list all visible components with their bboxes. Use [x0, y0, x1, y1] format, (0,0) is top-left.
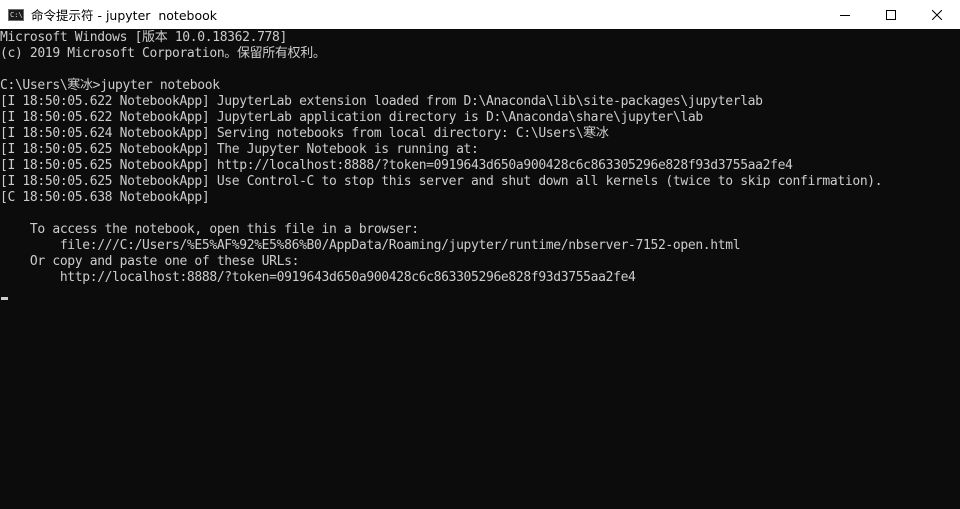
window-controls [822, 0, 960, 29]
console-line: [I 18:50:05.625 NotebookApp] http://loca… [0, 158, 793, 173]
console-line: http://localhost:8888/?token=0919643d650… [0, 270, 636, 285]
console-line: [I 18:50:05.622 NotebookApp] JupyterLab … [0, 94, 763, 109]
cmd-app-icon: C:\ [8, 8, 24, 21]
console-line: Or copy and paste one of these URLs: [0, 254, 300, 269]
console-line: [I 18:50:05.622 NotebookApp] JupyterLab … [0, 110, 703, 125]
console-line: (c) 2019 Microsoft Corporation。保留所有权利。 [0, 46, 326, 61]
console-line: file:///C:/Users/%E5%AF%92%E5%86%B0/AppD… [0, 238, 741, 253]
window-titlebar[interactable]: C:\ 命令提示符 - jupyter notebook [0, 0, 960, 29]
close-button[interactable] [914, 0, 960, 29]
text-cursor [1, 297, 8, 300]
console-line: [I 18:50:05.625 NotebookApp] The Jupyter… [0, 142, 479, 157]
console-line: [I 18:50:05.625 NotebookApp] Use Control… [0, 174, 883, 189]
console-output[interactable]: Microsoft Windows [版本 10.0.18362.778] (c… [0, 30, 960, 509]
window-title: 命令提示符 - jupyter notebook [31, 8, 217, 23]
minimize-button[interactable] [822, 0, 868, 29]
console-line: [I 18:50:05.624 NotebookApp] Serving not… [0, 126, 609, 141]
console-line: Microsoft Windows [版本 10.0.18362.778] [0, 30, 287, 45]
minimize-icon [840, 14, 850, 16]
console-line: [C 18:50:05.638 NotebookApp] [0, 190, 210, 205]
console-line: To access the notebook, open this file i… [0, 222, 419, 237]
maximize-button[interactable] [868, 0, 914, 29]
console-line: C:\Users\寒冰>jupyter notebook [0, 78, 220, 93]
maximize-icon [886, 9, 896, 20]
close-icon [932, 9, 942, 20]
